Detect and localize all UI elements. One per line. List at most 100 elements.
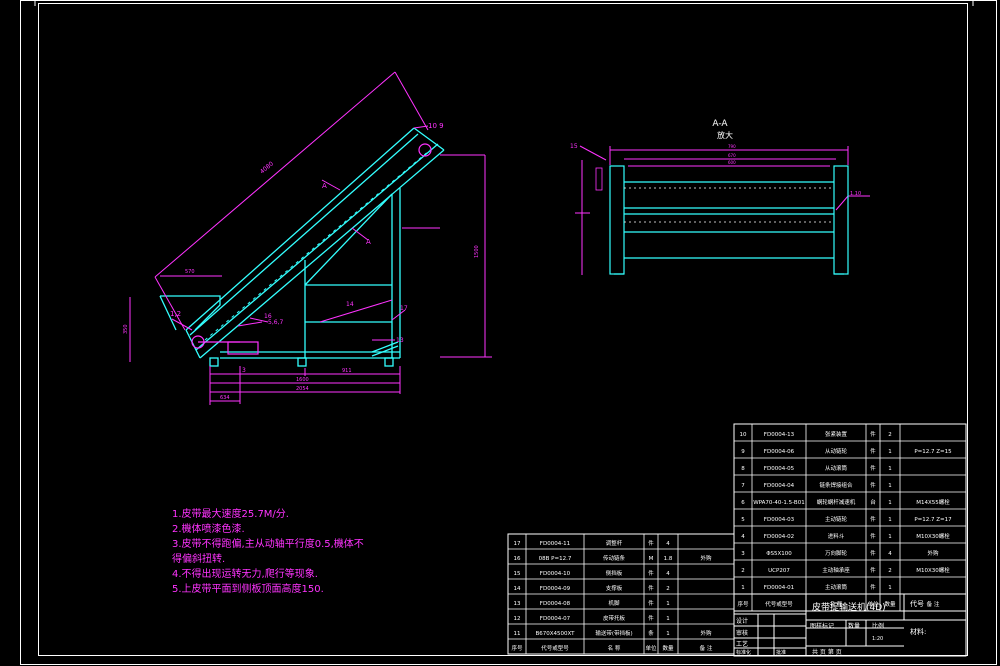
bom-right-cell-code: FD0004-13 [764,432,795,438]
bom-left-cell-code: B670X4500XT [535,631,575,637]
label-13: 13 [396,337,404,344]
bom-left-cell-code: FD0004-11 [540,541,570,547]
bom-left-cell-qty: 4 [666,541,670,547]
bom-left-header-name: 名 称 [608,644,621,652]
bom-right-cell-no: 5 [741,517,745,523]
bom-right-cell-name: 主动轴承座 [822,566,850,574]
bom-right-header-no: 序号 [737,600,749,608]
dim-bottom-4: 634 [220,395,230,401]
scale-value: 1:20 [872,636,883,642]
bom-right-cell-code: FD0004-04 [764,483,795,489]
bom-left-cell-unit: 件 [648,539,654,547]
bom-right-header-note: 备 注 [927,600,940,608]
tb-label-process: 工艺 [736,640,748,648]
bom-right-cell-note: M14X55螺栓 [916,498,950,506]
bom-left-cell-no: 16 [514,556,521,562]
section-title: A-A [712,119,728,129]
note-2: 2.機体喷漆色漆. [172,522,245,535]
note-5: 5.上皮带平面到侧板顶面高度150. [172,582,324,595]
bom-left-header-unit: 单位 [645,644,657,652]
bom-right-cell-qty: 1 [888,500,892,506]
bom-right-cell-unit: 件 [870,447,876,455]
bom-right-cell-no: 8 [741,466,745,472]
bom-left-cell-unit: 件 [648,599,654,607]
bom-left-cell-no: 12 [514,616,521,622]
bom-left-cell-name: 输送带(带挡板) [595,629,632,637]
bom-right-cell-code: FD0004-02 [764,534,794,540]
bom-right-cell-note: M10X30螺栓 [916,532,950,540]
bom-left-cell-qty: 1.8 [664,556,673,562]
section-dim-top-3: 600 [728,160,736,165]
bom-right-cell-name: 主动滚筒 [825,583,848,591]
section-leader-left: 15 [570,143,578,150]
bom-left-header-code: 代号或型号 [541,644,569,652]
tb-label-design: 设计 [736,617,748,625]
bom-right-cell-qty: 1 [888,534,892,540]
label-5-6-7: 5,6,7 [268,319,283,326]
bom-left-header-no: 序号 [511,644,523,652]
bom-right-cell-no: 3 [741,551,745,557]
bom-right-cell-name: 张紧装置 [825,430,848,438]
bom-right-cell-unit: 件 [870,532,876,540]
bom-left-cell-qty: 1 [666,601,670,607]
bom-left-cell-no: 17 [514,541,521,547]
bom-left-cell-unit: 条 [648,629,654,637]
bom-right-cell-name: 万向脚轮 [825,549,848,557]
label-a-bottom: A [366,238,371,246]
bom-right-header-code: 代号或型号 [765,600,793,608]
bom-left-table: 17 FD0004-11 调整杆件 416 08B P=12.7 传动链条 M 1.8 外购15… [507,533,735,655]
label-a-top: A [322,182,327,190]
dim-bottom-2: 1600 [296,377,309,383]
dim-bottom-1: 911 [342,368,352,374]
bom-left-cell-name: 传动链条 [603,554,626,562]
bom-left-cell-qty: 1 [666,616,670,622]
bom-right-cell-code: FD0004-03 [764,517,795,523]
bom-right-cell-no: 4 [741,534,745,540]
bom-right-cell-name: 从动链轮 [825,447,848,455]
bom-right-cell-qty: 1 [888,517,892,523]
tb-label-standard: 标准化 [736,649,751,656]
bom-right-cell-no: 10 [740,432,747,438]
bom-left-header-qty: 数量 [662,644,674,652]
bom-left-cell-name: 皮带托板 [603,614,626,622]
main-side-view: 10 9 A A 1,2 16 5,6,7 14 17 13 3 4080 57… [123,71,492,405]
bom-left-cell-qty: 1 [666,631,670,637]
note-1: 1.皮带最大速度25.7M/分. [172,507,289,520]
bom-right-cell-qty: 1 [888,483,892,489]
bom-right-cell-note: M10X30螺栓 [916,566,950,574]
section-dim-right: 1.10 [850,191,861,197]
bom-left-cell-note: 外购 [700,629,712,637]
bom-right-cell-qty: 1 [888,466,892,472]
section-subtitle: 放大 [717,130,733,140]
title-text: 皮带提输送机(4D) [812,601,886,613]
note-3b: 得偏斜扭转. [172,552,225,565]
section-dim-top-1: 790 [728,144,736,149]
label-17: 17 [400,305,408,312]
bom-right-cell-no: 1 [741,585,745,591]
bom-right-cell-no: 9 [741,449,745,455]
bom-right-cell-qty: 2 [888,432,892,438]
label-14: 14 [346,301,354,308]
bom-right-header-qty: 数量 [884,600,896,608]
bom-right-cell-code: WPA70-40-1.5-B01 [753,500,804,506]
bom-left-cell-no: 13 [514,601,521,607]
bom-left-cell-unit: M [649,556,654,562]
section-view-a-a: A-A 放大 790 670 600 1.10 15 [570,119,870,275]
bom-left-cell-name: 机脚 [608,599,620,607]
bom-left-cell-no: 14 [514,586,521,592]
bom-right-cell-no: 2 [741,568,745,574]
title-code-label: 代号 [910,599,924,608]
bom-right-cell-unit: 件 [870,583,876,591]
section-dim-top-2: 670 [728,153,736,158]
bom-left-cell-qty: 4 [666,571,670,577]
bom-right-cell-name: 从动滚筒 [825,464,848,472]
tb-label-approve: 批准 [776,649,786,656]
bom-right-cell-unit: 件 [870,549,876,557]
bom-right-cell-qty: 1 [888,449,892,455]
bom-right-cell-unit: 件 [870,464,876,472]
dim-hopper: 570 [185,269,195,275]
bom-right-cell-name: 主动链轮 [825,515,848,523]
note-4: 4.不得出现运转无力,爬行等现象. [172,567,318,580]
bom-right-cell-qty: 4 [888,551,892,557]
bom-right-cell-code: ΦS5X100 [766,551,792,557]
